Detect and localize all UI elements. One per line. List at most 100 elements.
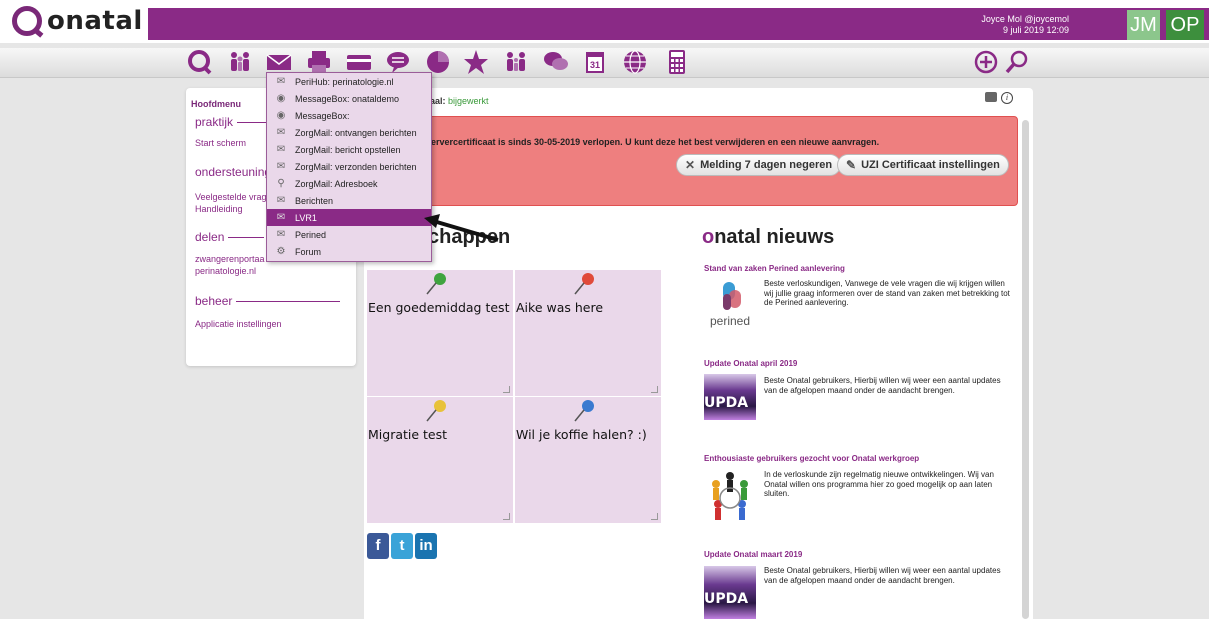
- magnifier-icon[interactable]: [1004, 48, 1030, 76]
- main-content: aal: bijgewerkt i ervercertificaat is si…: [364, 88, 1033, 619]
- perined-label: perined: [709, 314, 751, 328]
- star-icon[interactable]: [463, 48, 489, 76]
- note-text: Migratie test: [368, 427, 448, 442]
- user-name: Joyce Mol @joycemol: [981, 14, 1069, 24]
- section-delen[interactable]: delen: [195, 230, 265, 244]
- crumb-status: bijgewerkt: [448, 96, 489, 106]
- home-logo-icon[interactable]: [187, 48, 213, 76]
- news-item-heading[interactable]: Enthousiaste gebruikers gezocht voor Ona…: [704, 454, 919, 463]
- sticky-note[interactable]: Migratie test: [367, 397, 513, 523]
- resize-handle[interactable]: [503, 513, 510, 520]
- uzi-certificate-settings-button[interactable]: ✎ UZI Certificaat instellingen: [837, 154, 1009, 176]
- item-label: ZorgMail: verzonden berichten: [295, 161, 417, 172]
- icon-toolbar: 31: [0, 48, 1209, 78]
- menu-item-handleiding[interactable]: Handleiding: [195, 203, 243, 215]
- avatar-user[interactable]: JM: [1127, 10, 1160, 40]
- dropdown-item-perihub[interactable]: ✉ PeriHub: perinatologie.nl: [267, 73, 431, 90]
- section-label: praktijk: [195, 115, 234, 129]
- news-item-body: Beste Onatal gebruikers, Hierbij willen …: [764, 566, 1001, 585]
- update-thumbnail: UPDA: [704, 566, 756, 619]
- note-text: Aike was here: [516, 300, 604, 315]
- scrollbar[interactable]: [1022, 120, 1029, 619]
- family-icon[interactable]: [503, 48, 529, 76]
- dropdown-item-zorgmail-ontvangen[interactable]: ✉ ZorgMail: ontvangen berichten: [267, 124, 431, 141]
- divider: [236, 300, 341, 302]
- note-text: Een goedemiddag test: [368, 300, 510, 315]
- pushpin-icon: [426, 273, 446, 295]
- sticky-note[interactable]: Wil je koffie halen? :): [515, 397, 661, 523]
- envelope-icon: ✉: [276, 195, 286, 206]
- tools-icon: ✕: [685, 158, 696, 172]
- pushpin-icon: [574, 400, 594, 422]
- team-circle-icon: [712, 472, 748, 520]
- envelope-icon: ✉: [276, 127, 286, 138]
- menu-item-applicatie-instellingen[interactable]: Applicatie instellingen: [195, 318, 282, 330]
- linkedin-icon[interactable]: in: [415, 533, 437, 559]
- envelope-icon: ✉: [276, 212, 286, 223]
- dropdown-item-forum[interactable]: ⚙ Forum: [267, 243, 431, 260]
- print-icon[interactable]: [985, 92, 997, 102]
- item-label: ZorgMail: ontvangen berichten: [295, 127, 417, 138]
- section-label: beheer: [195, 294, 233, 308]
- dropdown-item-zorgmail-verzonden[interactable]: ✉ ZorgMail: verzonden berichten: [267, 158, 431, 175]
- item-label: Perined: [295, 229, 327, 240]
- people-icon[interactable]: [227, 48, 253, 76]
- news-title: onatal nieuws: [702, 226, 834, 249]
- item-label: ZorgMail: Adresboek: [295, 178, 378, 189]
- envelope-icon: ✉: [276, 76, 286, 87]
- facebook-icon[interactable]: f: [367, 533, 389, 559]
- news-title-brand: o: [702, 226, 715, 248]
- calendar-day: 31: [590, 60, 600, 70]
- twitter-icon[interactable]: t: [391, 533, 413, 559]
- sticky-note[interactable]: Een goedemiddag test: [367, 270, 513, 396]
- sticky-note[interactable]: Aike was here: [515, 270, 661, 396]
- dropdown-item-perined[interactable]: ✉ Perined: [267, 226, 431, 243]
- gear-icon: ⚙: [276, 246, 286, 257]
- button-label: UZI Certificaat instellingen: [861, 159, 1000, 171]
- info-icon[interactable]: i: [1001, 92, 1013, 104]
- dropdown-item-messagebox-onataldemo[interactable]: ◉ MessageBox: onataldemo: [267, 90, 431, 107]
- logo-text: onatal: [47, 6, 143, 36]
- dropdown-item-berichten[interactable]: ✉ Berichten: [267, 192, 431, 209]
- menu-item-perinatologie[interactable]: perinatologie.nl: [195, 265, 256, 277]
- section-ondersteuning[interactable]: ondersteuning: [195, 165, 271, 179]
- certificate-alert: ervercertificaat is sinds 30-05-2019 ver…: [364, 116, 1018, 206]
- plus-circle-icon[interactable]: [973, 48, 999, 76]
- calculator-icon[interactable]: [664, 48, 690, 76]
- calendar-icon[interactable]: 31: [582, 48, 608, 76]
- dropdown-item-messagebox[interactable]: ◉ MessageBox:: [267, 107, 431, 124]
- onatal-logo[interactable]: onatal: [12, 6, 143, 36]
- resize-handle[interactable]: [651, 513, 658, 520]
- item-label: PeriHub: perinatologie.nl: [295, 76, 394, 87]
- ignore-notification-button[interactable]: ✕ Melding 7 dagen negeren: [676, 154, 842, 176]
- news-item-heading[interactable]: Update Onatal april 2019: [704, 359, 797, 368]
- menu-item-faq[interactable]: Veelgestelde vrag: [195, 191, 267, 203]
- menu-title: Hoofdmenu: [191, 99, 241, 109]
- section-beheer[interactable]: beheer: [195, 294, 341, 308]
- section-praktijk[interactable]: praktijk: [195, 115, 278, 129]
- news-item-heading[interactable]: Stand van zaken Perined aanlevering: [704, 264, 845, 273]
- globe-icon[interactable]: [622, 48, 648, 76]
- news-item-body: Beste Onatal gebruikers, Hierbij willen …: [764, 376, 1001, 395]
- alert-message: ervercertificaat is sinds 30-05-2019 ver…: [431, 137, 880, 147]
- dropdown-item-lvr1[interactable]: ✉ LVR1: [267, 209, 431, 226]
- update-thumbnail: UPDA: [704, 374, 756, 420]
- dropdown-item-zorgmail-opstellen[interactable]: ✉ ZorgMail: bericht opstellen: [267, 141, 431, 158]
- user-info: Joyce Mol @joycemol 9 juli 2019 12:09: [981, 14, 1069, 36]
- menu-item-start-scherm[interactable]: Start scherm: [195, 137, 246, 149]
- menu-item-zwangerenportaal[interactable]: zwangerenportaa: [195, 253, 265, 265]
- magnifier-icon: ⚲: [277, 178, 285, 189]
- resize-handle[interactable]: [651, 386, 658, 393]
- logo-q-icon: [12, 6, 42, 36]
- resize-handle[interactable]: [503, 386, 510, 393]
- avatar-organisation[interactable]: OP: [1166, 10, 1204, 40]
- dropdown-item-zorgmail-adresboek[interactable]: ⚲ ZorgMail: Adresboek: [267, 175, 431, 192]
- comments-icon[interactable]: [543, 48, 569, 76]
- item-label: Berichten: [295, 195, 334, 206]
- news-item-heading[interactable]: Update Onatal maart 2019: [704, 550, 802, 559]
- annotation-arrow-icon: [424, 214, 499, 242]
- perined-logo: perined: [704, 280, 756, 332]
- eye-icon: ◉: [276, 110, 286, 121]
- news-item-body: In de verloskunde zijn regelmatig nieuwe…: [764, 470, 994, 498]
- perined-mark-icon: [723, 282, 741, 310]
